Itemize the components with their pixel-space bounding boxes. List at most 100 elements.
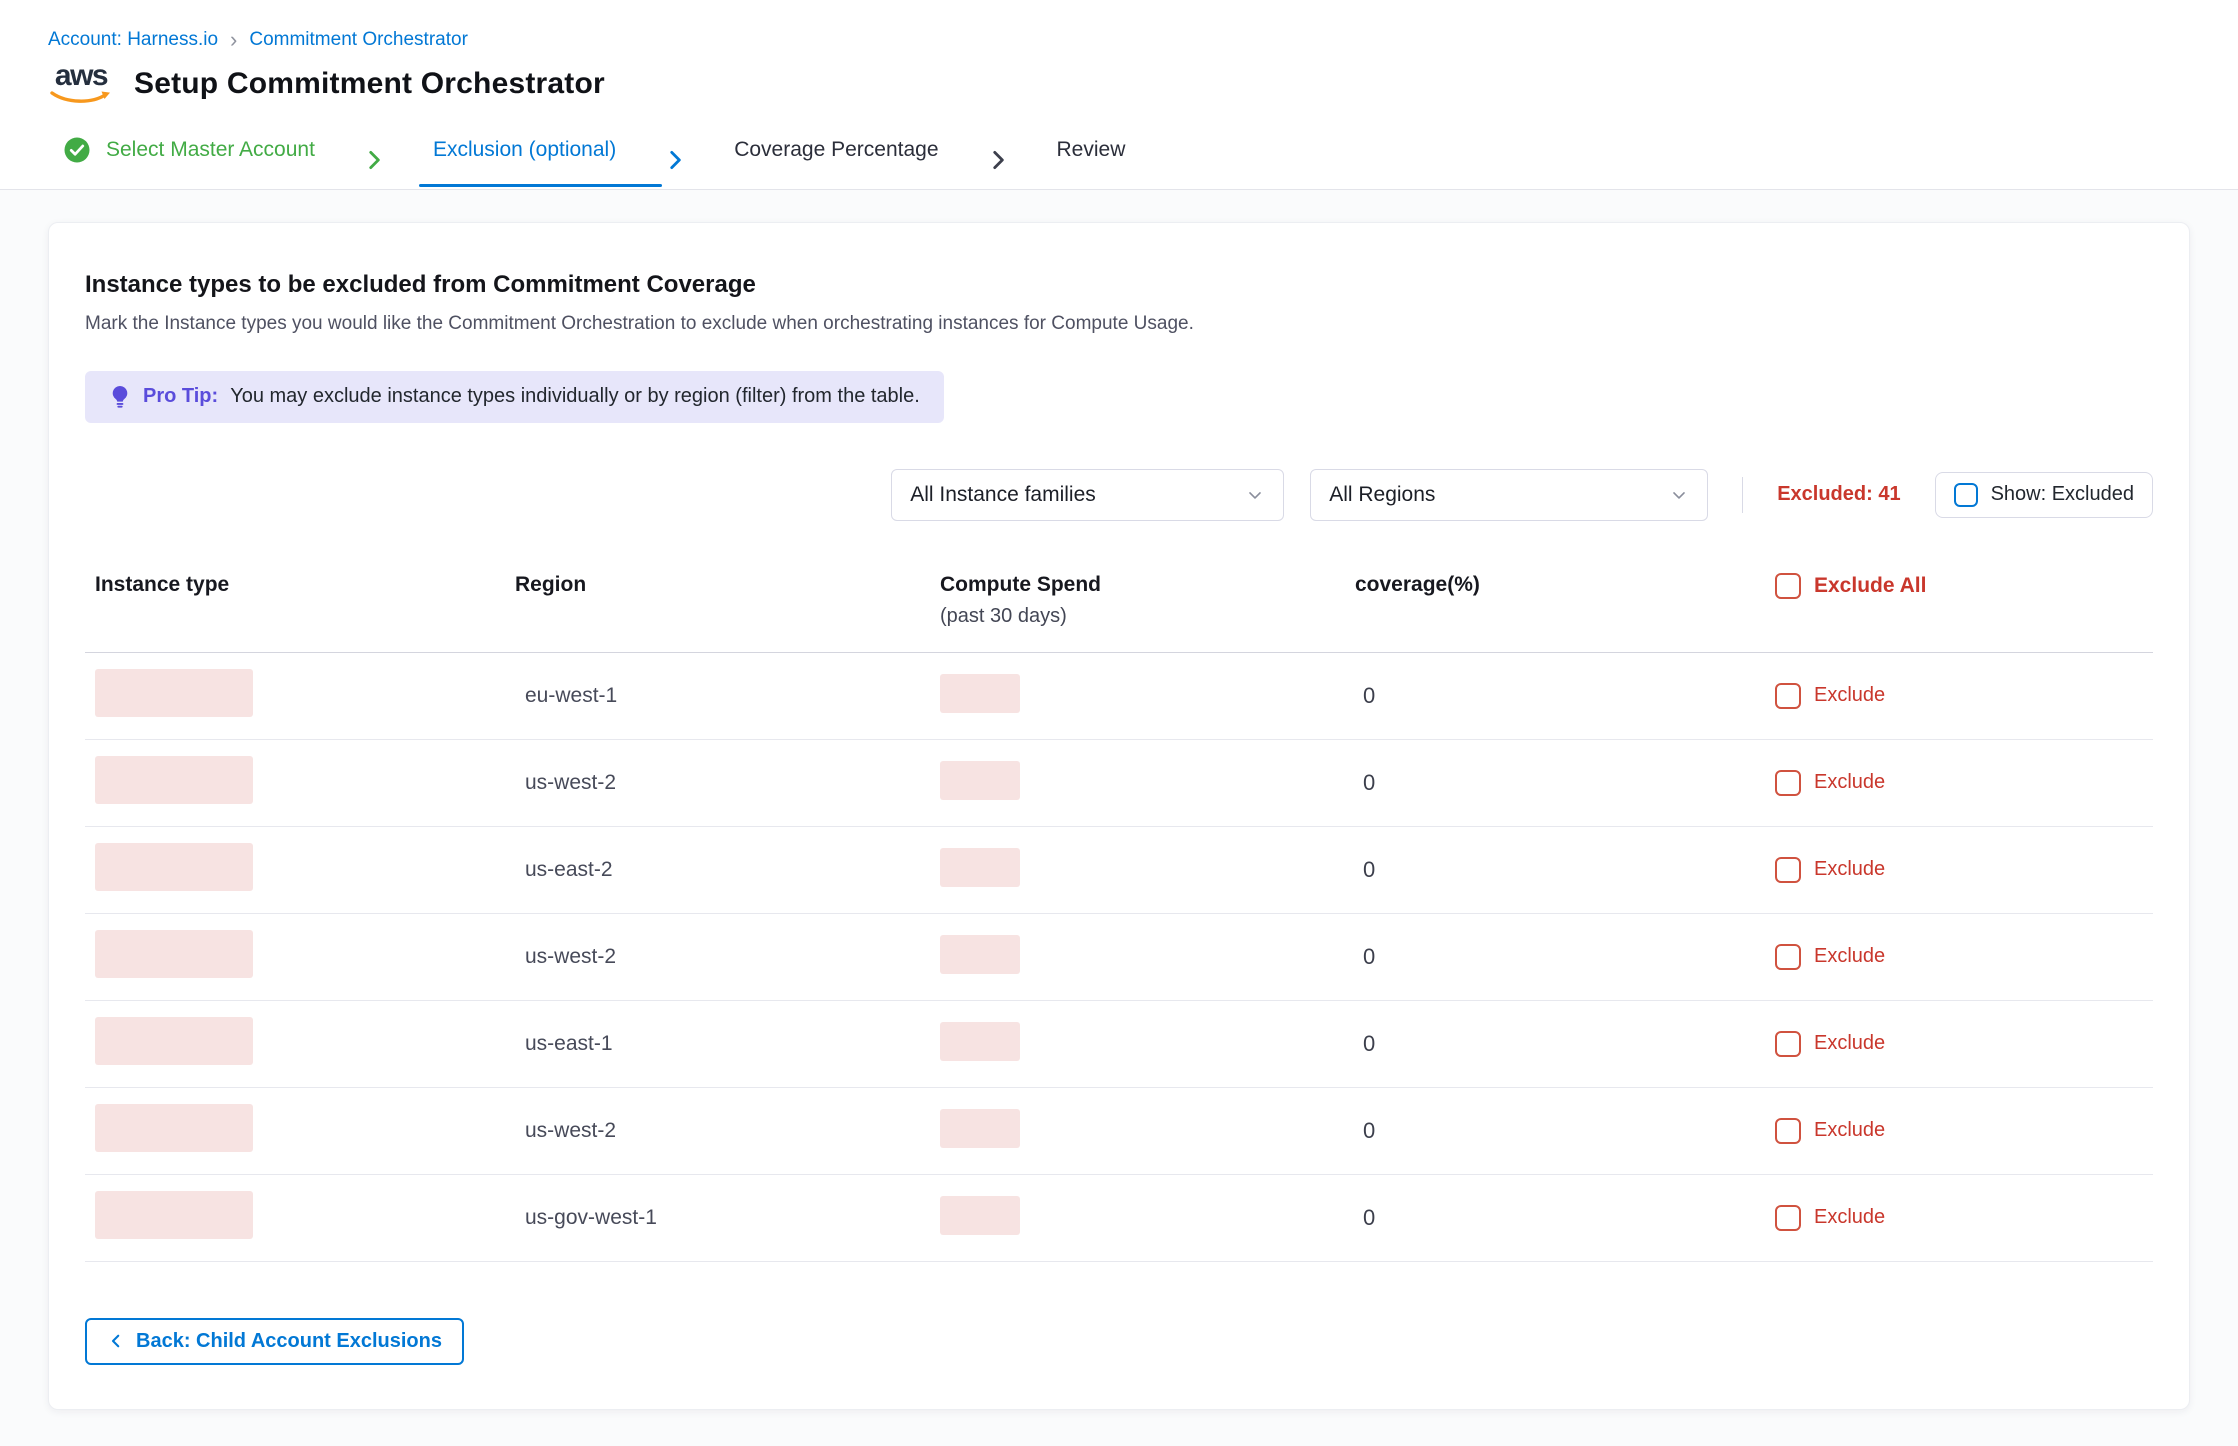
redacted-instance-type xyxy=(95,843,253,891)
exclude-label: Exclude xyxy=(1814,945,1885,968)
chevron-left-icon xyxy=(107,1332,125,1350)
card-subheading: Mark the Instance types you would like t… xyxy=(85,313,2153,335)
step-coverage-percentage[interactable]: Coverage Percentage xyxy=(720,134,952,186)
exclude-cell: Exclude xyxy=(1775,770,2143,796)
redacted-instance-type xyxy=(95,669,253,717)
breadcrumb-separator-icon: › xyxy=(230,28,237,51)
coverage-cell: 0 xyxy=(1355,1118,1775,1144)
table-row: us-gov-west-1 0 Exclude xyxy=(85,1175,2153,1262)
chevron-right-icon xyxy=(361,147,387,173)
col-header-compute-spend-sub: (past 30 days) xyxy=(940,605,1355,628)
card-heading: Instance types to be excluded from Commi… xyxy=(85,271,2153,299)
col-header-region: Region xyxy=(515,573,940,597)
regions-dropdown[interactable]: All Regions xyxy=(1310,469,1708,521)
instance-families-dropdown[interactable]: All Instance families xyxy=(891,469,1284,521)
coverage-cell: 0 xyxy=(1355,770,1775,796)
show-excluded-toggle[interactable]: Show: Excluded xyxy=(1935,472,2153,518)
exclude-checkbox[interactable] xyxy=(1775,857,1801,883)
step-select-master-account[interactable]: Select Master Account xyxy=(48,131,329,189)
excluded-count-badge: Excluded: 41 xyxy=(1777,483,1900,506)
exclude-cell: Exclude xyxy=(1775,1205,2143,1231)
region-cell: us-west-2 xyxy=(515,771,940,795)
region-cell: us-east-2 xyxy=(515,858,940,882)
show-excluded-checkbox[interactable] xyxy=(1954,483,1978,507)
region-cell: us-gov-west-1 xyxy=(515,1206,940,1230)
redacted-instance-type xyxy=(95,1191,253,1239)
exclude-cell: Exclude xyxy=(1775,683,2143,709)
table-row: us-west-2 0 Exclude xyxy=(85,740,2153,827)
stepper: Select Master Account Exclusion (optional… xyxy=(0,131,2238,190)
redacted-instance-type xyxy=(95,756,253,804)
coverage-cell: 0 xyxy=(1355,857,1775,883)
vertical-divider xyxy=(1742,477,1743,513)
aws-smile-icon xyxy=(50,90,112,105)
check-circle-icon xyxy=(62,135,92,165)
coverage-cell: 0 xyxy=(1355,944,1775,970)
region-cell: us-east-1 xyxy=(515,1032,940,1056)
redacted-compute-spend xyxy=(940,848,1020,887)
step-review[interactable]: Review xyxy=(1043,134,1140,186)
main-card: Instance types to be excluded from Commi… xyxy=(48,222,2190,1410)
col-header-instance-type: Instance type xyxy=(95,573,515,597)
exclude-checkbox[interactable] xyxy=(1775,1118,1801,1144)
exclude-label: Exclude xyxy=(1814,1206,1885,1229)
chevron-down-icon xyxy=(1669,485,1689,505)
instance-families-value: All Instance families xyxy=(910,483,1096,507)
redacted-compute-spend xyxy=(940,935,1020,974)
show-excluded-label: Show: Excluded xyxy=(1991,483,2134,506)
table-row: us-west-2 0 Exclude xyxy=(85,914,2153,1001)
aws-logo-text: aws xyxy=(55,63,107,89)
breadcrumb-account-link[interactable]: Account: Harness.io xyxy=(48,29,218,51)
filters-row: All Instance families All Regions Exclud… xyxy=(85,469,2153,521)
coverage-cell: 0 xyxy=(1355,1031,1775,1057)
region-cell: us-west-2 xyxy=(515,1119,940,1143)
redacted-compute-spend xyxy=(940,1109,1020,1148)
coverage-cell: 0 xyxy=(1355,1205,1775,1231)
col-header-compute-spend: Compute Spend (past 30 days) xyxy=(940,573,1355,628)
back-button[interactable]: Back: Child Account Exclusions xyxy=(85,1318,464,1365)
exclude-label: Exclude xyxy=(1814,684,1885,707)
table-row: us-east-2 0 Exclude xyxy=(85,827,2153,914)
table-header-row: Instance type Region Compute Spend (past… xyxy=(85,573,2153,653)
exclude-cell: Exclude xyxy=(1775,1118,2143,1144)
redacted-compute-spend xyxy=(940,761,1020,800)
exclude-all-label: Exclude All xyxy=(1814,574,1926,598)
content-area: Instance types to be excluded from Commi… xyxy=(0,190,2238,1446)
regions-value: All Regions xyxy=(1329,483,1435,507)
chevron-down-icon xyxy=(1245,485,1265,505)
pro-tip-text: You may exclude instance types individua… xyxy=(230,385,920,408)
redacted-instance-type xyxy=(95,1104,253,1152)
redacted-instance-type xyxy=(95,930,253,978)
lightbulb-icon xyxy=(109,385,131,409)
exclude-checkbox[interactable] xyxy=(1775,1031,1801,1057)
exclude-cell: Exclude xyxy=(1775,944,2143,970)
table-row: us-west-2 0 Exclude xyxy=(85,1088,2153,1175)
page: Account: Harness.io › Commitment Orchest… xyxy=(0,0,2238,1446)
step-exclusion-optional[interactable]: Exclusion (optional) xyxy=(419,134,630,186)
exclude-label: Exclude xyxy=(1814,1119,1885,1142)
region-cell: us-west-2 xyxy=(515,945,940,969)
exclude-label: Exclude xyxy=(1814,771,1885,794)
exclude-checkbox[interactable] xyxy=(1775,770,1801,796)
breadcrumb-page-link[interactable]: Commitment Orchestrator xyxy=(249,29,468,51)
table-row: eu-west-1 0 Exclude xyxy=(85,653,2153,740)
table-body: eu-west-1 0 Exclude us-west-2 0 Exclude … xyxy=(85,653,2153,1262)
exclude-cell: Exclude xyxy=(1775,1031,2143,1057)
exclude-checkbox[interactable] xyxy=(1775,683,1801,709)
breadcrumb: Account: Harness.io › Commitment Orchest… xyxy=(48,28,2190,51)
col-header-coverage: coverage(%) xyxy=(1355,573,1775,597)
exclude-checkbox[interactable] xyxy=(1775,1205,1801,1231)
region-cell: eu-west-1 xyxy=(515,684,940,708)
exclude-checkbox[interactable] xyxy=(1775,944,1801,970)
exclude-cell: Exclude xyxy=(1775,857,2143,883)
exclude-all-control[interactable]: Exclude All xyxy=(1775,573,2143,599)
header-area: Account: Harness.io › Commitment Orchest… xyxy=(0,0,2238,105)
redacted-compute-spend xyxy=(940,1196,1020,1235)
redacted-compute-spend xyxy=(940,674,1020,713)
coverage-cell: 0 xyxy=(1355,683,1775,709)
exclude-all-checkbox[interactable] xyxy=(1775,573,1801,599)
table-row: us-east-1 0 Exclude xyxy=(85,1001,2153,1088)
aws-logo: aws xyxy=(48,63,114,105)
redacted-instance-type xyxy=(95,1017,253,1065)
chevron-right-icon xyxy=(662,147,688,173)
